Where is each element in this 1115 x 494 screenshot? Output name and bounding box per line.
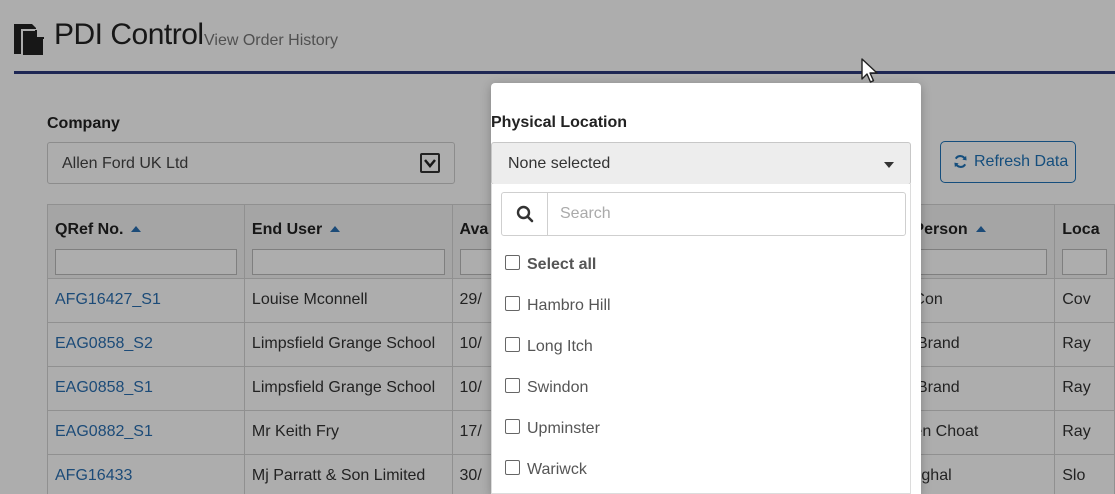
table-cell: Louise Mconnell	[243, 278, 453, 323]
qref-filter-input[interactable]	[55, 249, 237, 275]
physical-location-menu: Select all Hambro Hill Long Itch Swindon…	[491, 184, 911, 494]
physical-location-select[interactable]: None selected	[491, 142, 911, 185]
qref-link[interactable]: EAG0882_S1	[47, 410, 245, 455]
mouse-cursor-icon	[861, 58, 878, 83]
table-cell: Cov	[1054, 278, 1115, 323]
documents-icon	[14, 24, 45, 56]
table-cell: Ray	[1054, 366, 1115, 411]
table-cell: Slo	[1054, 454, 1115, 494]
column-header-end-user[interactable]: End User	[243, 204, 453, 279]
location-filter-input[interactable]	[1062, 249, 1107, 275]
table-cell: Mj Parratt & Son Limited	[243, 454, 453, 494]
available-filter-input[interactable]	[459, 249, 495, 275]
caret-down-icon	[884, 162, 894, 168]
view-order-history-link[interactable]: View Order History	[204, 32, 338, 50]
table-cell: Ray	[1054, 322, 1115, 367]
option-long-itch[interactable]: Long Itch	[505, 337, 593, 356]
table-cell: Mr Keith Fry	[243, 410, 453, 455]
company-select[interactable]: Allen Ford UK Ltd	[47, 142, 455, 184]
refresh-data-button[interactable]: Refresh Data	[940, 141, 1076, 183]
sort-up-icon	[330, 226, 341, 232]
option-upminster[interactable]: Upminster	[505, 419, 600, 438]
search-icon	[502, 193, 548, 235]
qref-link[interactable]: AFG16427_S1	[47, 278, 245, 323]
checkbox[interactable]	[505, 296, 520, 311]
sort-up-icon	[131, 226, 142, 232]
page-title: PDI Control	[54, 18, 204, 51]
company-label: Company	[47, 115, 120, 132]
app-header: PDI Control View Order History	[0, 0, 1115, 75]
location-search-input[interactable]	[560, 193, 900, 235]
physical-location-select-value: None selected	[508, 155, 611, 172]
checkbox[interactable]	[505, 337, 520, 352]
refresh-icon	[954, 155, 967, 168]
table-cell: Ray	[1054, 410, 1115, 455]
checkbox[interactable]	[505, 378, 520, 393]
checkbox[interactable]	[505, 460, 520, 475]
column-header-qref[interactable]: QRef No.	[47, 204, 245, 279]
qref-link[interactable]: AFG16433	[47, 454, 245, 494]
option-hambro-hill[interactable]: Hambro Hill	[505, 296, 611, 315]
option-swindon[interactable]: Swindon	[505, 378, 588, 397]
qref-link[interactable]: EAG0858_S2	[47, 322, 245, 367]
checkbox[interactable]	[505, 255, 520, 270]
sort-up-icon	[975, 226, 986, 232]
column-header-location[interactable]: Loca	[1054, 204, 1115, 279]
page: PDI Control View Order History Company A…	[0, 0, 1115, 494]
location-search-box	[501, 192, 906, 236]
chevron-down-icon	[420, 153, 440, 173]
qref-link[interactable]: EAG0858_S1	[47, 366, 245, 411]
checkbox[interactable]	[505, 419, 520, 434]
physical-location-label: Physical Location	[491, 114, 628, 131]
option-wariwck[interactable]: Wariwck	[505, 460, 587, 479]
table-cell: Limpsfield Grange School	[243, 366, 453, 411]
company-select-value: Allen Ford UK Ltd	[62, 155, 189, 172]
option-select-all[interactable]: Select all	[505, 255, 596, 274]
header-divider	[14, 71, 1115, 74]
physical-location-panel: Physical Location None selected Select a…	[491, 83, 921, 494]
table-cell: Limpsfield Grange School	[243, 322, 453, 367]
end-user-filter-input[interactable]	[251, 249, 445, 275]
